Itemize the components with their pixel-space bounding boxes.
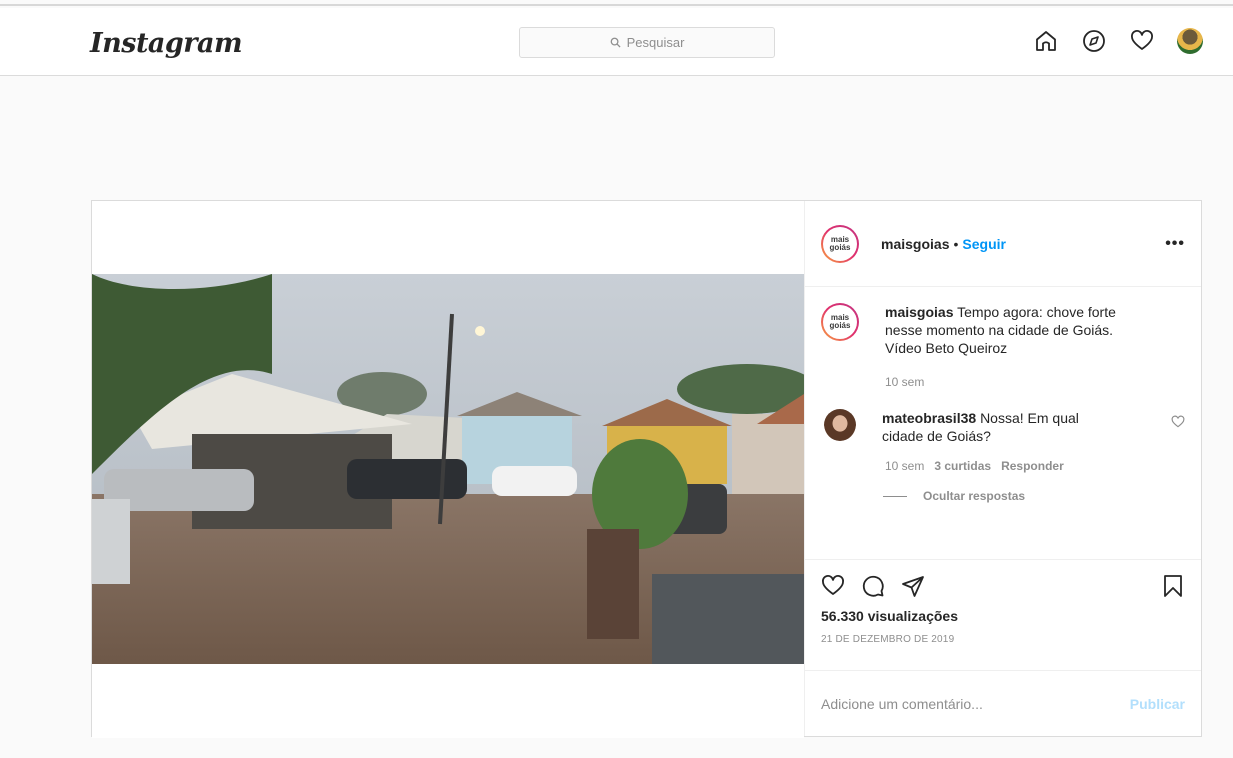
comment-likes[interactable]: 3 curtidas [934, 459, 991, 473]
comment-input[interactable] [821, 695, 1130, 712]
comment-meta: 10 sem 3 curtidas Responder [885, 459, 1185, 473]
top-navbar: Instagram Pesquisar [0, 8, 1233, 76]
post-actions: 56.330 visualizações 21 DE DEZEMBRO DE 2… [805, 559, 1201, 670]
comment-username[interactable]: mateobrasil38 [882, 410, 976, 426]
explore-icon[interactable] [1081, 28, 1107, 54]
post-sidebar: mais goiás maisgoias • Seguir ••• mais g… [804, 201, 1201, 736]
caption-avatar[interactable]: mais goiás [821, 303, 859, 341]
search-placeholder: Pesquisar [626, 35, 685, 50]
caption-time: 10 sem [885, 375, 925, 389]
like-heart-icon[interactable] [821, 574, 845, 598]
follow-button[interactable]: Seguir [962, 236, 1006, 252]
more-options-icon[interactable]: ••• [1165, 235, 1185, 253]
maisgoias-logo: mais goiás [823, 305, 857, 339]
caption-row: mais goiás maisgoias Tempo agora: chove … [821, 303, 1185, 357]
post-video[interactable] [92, 274, 804, 664]
publish-button[interactable]: Publicar [1130, 696, 1185, 712]
comment-icon[interactable] [861, 574, 885, 598]
post-header: mais goiás maisgoias • Seguir ••• [805, 201, 1201, 287]
search-icon [610, 37, 621, 48]
share-icon[interactable] [901, 574, 925, 598]
caption-username[interactable]: maisgoias [885, 304, 953, 320]
instagram-logo[interactable]: Instagram [90, 28, 243, 59]
caption-body: maisgoias Tempo agora: chove forte nesse… [885, 303, 1153, 357]
profile-avatar[interactable] [1177, 28, 1203, 54]
post-date: 21 DE DEZEMBRO DE 2019 [821, 634, 955, 645]
add-comment-bar: Publicar [805, 670, 1201, 736]
commenter-avatar[interactable] [824, 409, 856, 441]
post-media [92, 201, 804, 738]
bookmark-icon[interactable] [1161, 574, 1185, 598]
home-icon[interactable] [1033, 28, 1059, 54]
top-divider [0, 4, 1233, 6]
comment-row: mateobrasil38 Nossa! Em qual cidade de G… [821, 409, 1185, 445]
views-count[interactable]: 56.330 visualizações [821, 608, 1185, 624]
author-avatar[interactable]: mais goiás [821, 224, 859, 263]
reply-button[interactable]: Responder [1001, 459, 1064, 473]
replies-line [883, 495, 907, 497]
comment-body: mateobrasil38 Nossa! Em qual cidade de G… [882, 409, 1122, 445]
activity-heart-icon[interactable] [1129, 28, 1155, 54]
post-card: mais goiás maisgoias • Seguir ••• mais g… [91, 200, 1202, 738]
separator-dot: • [953, 235, 959, 252]
hide-replies-button[interactable]: Ocultar respostas [883, 489, 1185, 503]
profile-avatar-image [1177, 28, 1203, 54]
maisgoias-logo: mais goiás [823, 226, 857, 261]
comment-like-heart-icon[interactable] [1171, 415, 1185, 429]
logo-text-bottom: goiás [829, 321, 851, 330]
hide-replies-label: Ocultar respostas [923, 489, 1026, 503]
caption-meta: 10 sem [885, 375, 1185, 389]
nav-icons [1033, 28, 1203, 54]
search-input[interactable]: Pesquisar [519, 27, 775, 58]
logo-text-bottom: goiás [829, 242, 851, 252]
author-username[interactable]: maisgoias [881, 236, 949, 252]
comments-list[interactable]: mais goiás maisgoias Tempo agora: chove … [805, 287, 1201, 559]
action-icons [821, 574, 1185, 598]
comment-time: 10 sem [885, 459, 925, 473]
